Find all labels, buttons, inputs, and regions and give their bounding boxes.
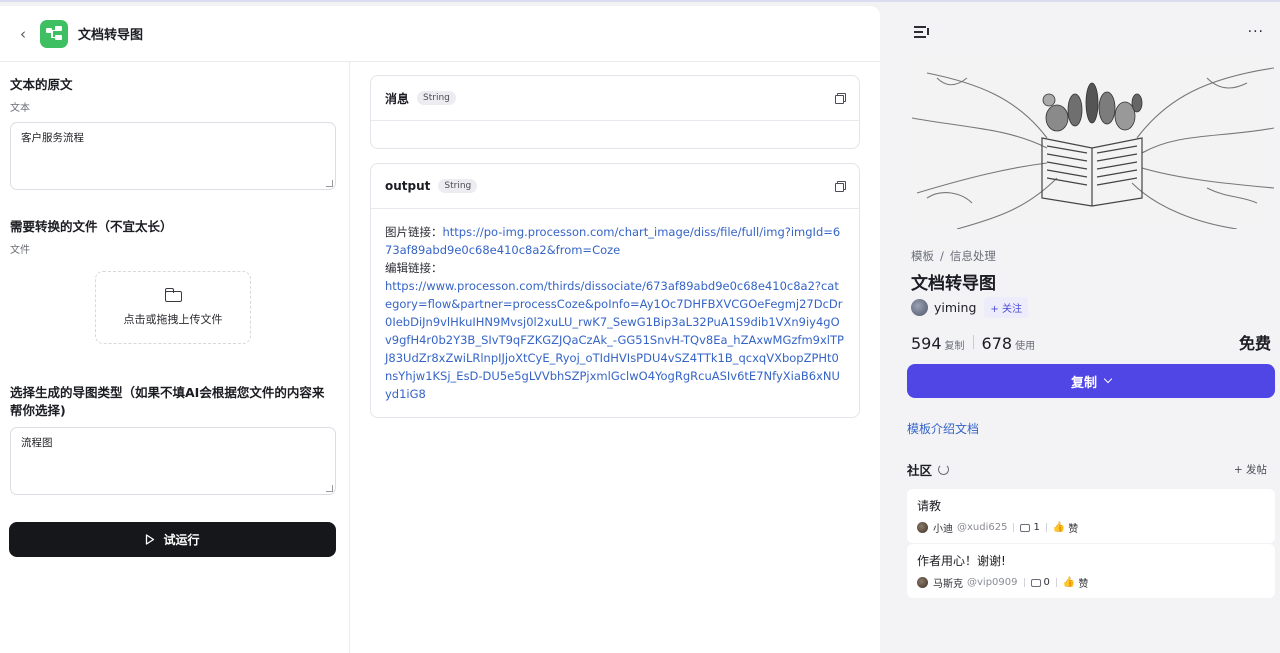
message-title: 消息	[385, 91, 410, 106]
file-upload-area[interactable]: 点击或拖拽上传文件	[95, 271, 251, 344]
template-cover-image	[907, 58, 1274, 229]
chevron-down-icon	[1103, 374, 1113, 384]
comment-icon	[1030, 578, 1041, 587]
output-title: output	[385, 179, 431, 193]
output-value: 图片链接：https://po-img.processon.com/chart_…	[371, 209, 859, 417]
new-post-button[interactable]: + 发帖	[1234, 462, 1267, 477]
text-input-value: 客户服务流程	[21, 132, 84, 144]
app-logo-icon	[40, 19, 68, 48]
author-row: yiming + 关注	[911, 297, 1028, 318]
comment-count: 0	[1043, 577, 1050, 588]
type-badge: String	[438, 179, 478, 193]
follow-button[interactable]: + 关注	[984, 297, 1028, 318]
run-button-label: 试运行	[163, 533, 200, 547]
field-label-text: 文本的原文	[10, 77, 73, 92]
app-title: 文档转导图	[78, 28, 144, 43]
like-label[interactable]: 赞	[1068, 520, 1078, 535]
output-card: output String 图片链接：https://po-img.proces…	[370, 163, 860, 418]
field-type-text: 文本	[10, 103, 30, 114]
uses-count: 678	[981, 334, 1013, 353]
input-column: 文本的原文 文本 客户服务流程 需要转换的文件（不宜太长） 文件 点击或拖拽上传…	[0, 62, 350, 653]
collapse-sidebar-icon[interactable]	[914, 26, 930, 38]
community-post[interactable]: 作者用心！谢谢! 马斯克 @vip0909 0 👍 赞	[907, 544, 1275, 598]
avatar	[917, 577, 928, 588]
text-input[interactable]: 客户服务流程	[10, 122, 336, 190]
template-stats: 594 复制 678 使用 免费	[911, 330, 1271, 354]
community-header: 社区 + 发帖	[907, 460, 1267, 479]
price-label: 免费	[1238, 334, 1271, 353]
comment-count: 1	[1033, 522, 1040, 533]
divider	[1023, 578, 1025, 587]
template-title: 文档转导图	[911, 274, 996, 294]
author-name[interactable]: yiming	[934, 300, 976, 315]
workflow-panel: ‹ 文档转导图 文本的原文 文本 客户服务流程 需要转换的文件（不宜太长） 文件…	[0, 6, 880, 653]
resize-handle-icon[interactable]	[326, 485, 333, 492]
breadcrumb-item[interactable]: 模板	[911, 249, 934, 263]
back-icon[interactable]: ‹	[14, 25, 32, 43]
post-user: 马斯克	[933, 579, 963, 590]
breadcrumb: 模板 / 信息处理	[911, 249, 996, 263]
message-output-card: 消息 String	[370, 75, 860, 149]
run-button[interactable]: 试运行	[9, 522, 336, 557]
divider	[1013, 523, 1015, 532]
more-options-icon[interactable]: ···	[1248, 24, 1264, 40]
post-user: 小迪	[933, 524, 953, 535]
like-label[interactable]: 赞	[1078, 575, 1088, 590]
image-link-label: 图片链接：	[385, 225, 443, 239]
app-header: ‹ 文档转导图	[0, 6, 880, 62]
copy-template-button[interactable]: 复制	[907, 364, 1275, 398]
copy-icon[interactable]	[835, 181, 846, 192]
divider	[972, 335, 974, 349]
upload-text: 点击或拖拽上传文件	[123, 313, 223, 326]
field-type-file: 文件	[10, 245, 30, 256]
play-icon	[145, 534, 155, 545]
edit-link[interactable]: https://www.processon.com/thirds/dissoci…	[385, 279, 844, 401]
refresh-icon[interactable]	[938, 464, 950, 475]
image-link[interactable]: https://po-img.processon.com/chart_image…	[385, 225, 840, 257]
uses-label: 使用	[1015, 341, 1036, 352]
post-title[interactable]: 请教	[917, 497, 1265, 514]
avatar	[917, 522, 928, 533]
copy-icon[interactable]	[835, 93, 846, 104]
divider	[1055, 578, 1057, 587]
post-handle: @vip0909	[967, 577, 1018, 588]
map-type-value: 流程图	[21, 437, 53, 449]
top-border	[0, 0, 1280, 2]
breadcrumb-item[interactable]: 信息处理	[950, 249, 996, 263]
map-type-input[interactable]: 流程图	[10, 427, 336, 495]
community-post[interactable]: 请教 小迪 @xudi625 1 👍 赞	[907, 489, 1275, 543]
edit-link-label: 编辑链接：	[385, 261, 443, 275]
copies-count: 594	[911, 334, 942, 353]
template-intro-link[interactable]: 模板介绍文档	[907, 420, 979, 437]
post-handle: @xudi625	[957, 522, 1008, 533]
avatar[interactable]	[911, 299, 928, 316]
comment-icon	[1020, 523, 1031, 532]
field-label-file: 需要转换的文件（不宜太长）	[10, 219, 173, 234]
thumbs-up-icon[interactable]: 👍	[1063, 577, 1075, 588]
copies-label: 复制	[944, 341, 965, 352]
copy-template-label: 复制	[1070, 375, 1097, 391]
field-label-map-type: 选择生成的导图类型（如果不填AI会根据您文件的内容来帮你选择)	[10, 385, 325, 418]
output-column: 消息 String output String 图片链接：https://po-…	[350, 62, 880, 653]
post-title[interactable]: 作者用心！谢谢!	[917, 552, 1265, 569]
resize-handle-icon[interactable]	[326, 180, 333, 187]
community-title: 社区	[907, 463, 933, 478]
message-value	[371, 121, 859, 148]
divider	[1045, 523, 1047, 532]
thumbs-up-icon[interactable]: 👍	[1053, 522, 1065, 533]
folder-icon	[164, 288, 182, 302]
type-badge: String	[417, 91, 456, 105]
